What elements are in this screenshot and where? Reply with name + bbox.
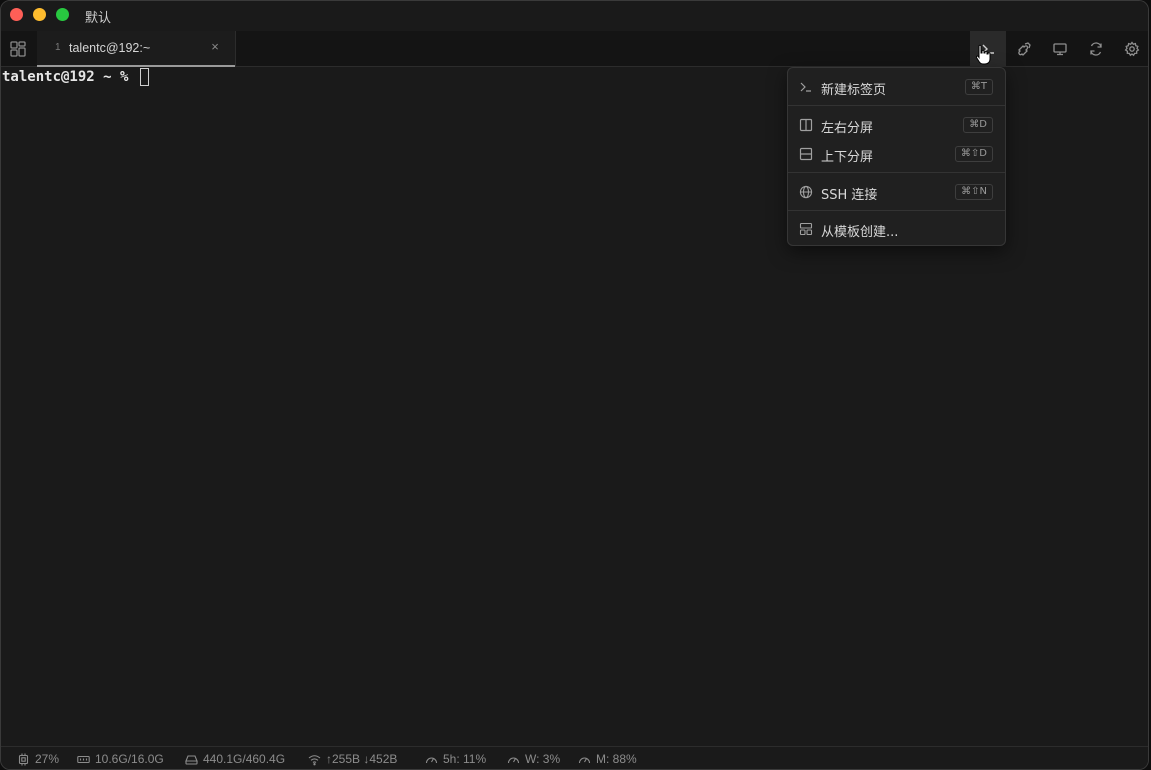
tab-close-icon[interactable]: × bbox=[209, 40, 221, 54]
menu-item-shortcut: ⌘⇧D bbox=[954, 146, 993, 162]
menu-item-label: 上下分屏 bbox=[821, 150, 874, 165]
terminal-prompt-icon bbox=[800, 82, 811, 92]
menu-item-label: 新建标签页 bbox=[821, 83, 887, 98]
title-bar: 默认 bbox=[1, 1, 1148, 31]
tab-index: 1 bbox=[55, 42, 61, 53]
network-value: ↑255B ↓452B bbox=[326, 752, 398, 766]
memory-value: 10.6G/16.0G bbox=[95, 752, 164, 766]
menu-separator bbox=[788, 210, 1005, 211]
sync-icon bbox=[1090, 42, 1102, 56]
plugins-button[interactable] bbox=[1006, 31, 1042, 67]
disk-icon bbox=[185, 754, 198, 765]
menu-item-shortcut: ⌘T bbox=[964, 79, 993, 95]
usage-5h-value: 5h: 11% bbox=[443, 752, 487, 766]
status-usage-month: M: 88% bbox=[578, 751, 637, 767]
text-cursor bbox=[139, 68, 149, 86]
menu-item-from-template[interactable]: 从模板创建... bbox=[788, 215, 1005, 243]
tab-terminal[interactable]: 1 talentc@192:~ × bbox=[37, 31, 236, 67]
gauge-icon bbox=[578, 757, 591, 763]
terminal-window: 默认 1 talentc@192:~ × talentc@192 ~ % 新建标… bbox=[0, 0, 1149, 770]
plugins-icon bbox=[1018, 42, 1031, 56]
split-vertical-icon bbox=[799, 118, 813, 132]
menu-separator bbox=[788, 105, 1005, 106]
gauge-icon bbox=[425, 757, 438, 763]
menu-item-shortcut: ⌘D bbox=[963, 117, 993, 133]
mouse-pointer-icon bbox=[975, 44, 991, 65]
tabs-overview-icon[interactable] bbox=[9, 40, 27, 58]
menu-item-label: 左右分屏 bbox=[821, 121, 874, 136]
menu-item-label: SSH 连接 bbox=[821, 188, 878, 203]
disk-value: 440.1G/460.4G bbox=[203, 752, 286, 766]
template-icon bbox=[799, 222, 813, 236]
window-title: 默认 bbox=[85, 11, 112, 26]
status-usage-week: W: 3% bbox=[507, 751, 560, 767]
usage-month-value: M: 88% bbox=[596, 752, 637, 766]
gauge-icon bbox=[507, 757, 520, 763]
menu-item-label: 从模板创建... bbox=[821, 225, 899, 240]
prompt-line: talentc@192 ~ % bbox=[2, 68, 149, 86]
tab-title: talentc@192:~ bbox=[69, 41, 151, 55]
shell-prompt: talentc@192 ~ % bbox=[2, 69, 137, 85]
menu-separator bbox=[788, 172, 1005, 173]
settings-icon bbox=[1124, 41, 1140, 57]
status-network: ↑255B ↓452B bbox=[308, 751, 397, 767]
sync-button[interactable] bbox=[1078, 31, 1114, 67]
menu-item-split-vertical[interactable]: 左右分屏 ⌘D bbox=[788, 111, 1005, 139]
split-horizontal-icon bbox=[799, 147, 813, 161]
status-usage-5h: 5h: 11% bbox=[425, 751, 486, 767]
tab-active-indicator bbox=[37, 65, 235, 67]
close-window-button[interactable] bbox=[10, 8, 23, 21]
menu-item-ssh-connect[interactable]: SSH 连接 ⌘⇧N bbox=[788, 178, 1005, 206]
menu-item-shortcut: ⌘⇧N bbox=[955, 184, 993, 200]
status-bar: 27% 10.6G/16.0G 440.1G/460.4G ↑255B ↓452… bbox=[1, 746, 1148, 769]
minimize-window-button[interactable] bbox=[33, 8, 46, 21]
globe-icon bbox=[799, 185, 813, 199]
maximize-window-button[interactable] bbox=[56, 8, 69, 21]
status-cpu: 27% bbox=[17, 751, 59, 767]
new-terminal-menu: 新建标签页 ⌘T 左右分屏 ⌘D 上下分屏 ⌘⇧D SSH 连接 ⌘⇧N 从模板… bbox=[787, 67, 1006, 246]
usage-week-value: W: 3% bbox=[525, 752, 561, 766]
status-memory: 10.6G/16.0G bbox=[77, 751, 164, 767]
settings-button[interactable] bbox=[1114, 31, 1148, 67]
menu-item-new-tab[interactable]: 新建标签页 ⌘T bbox=[788, 73, 1005, 101]
status-disk: 440.1G/460.4G bbox=[185, 751, 285, 767]
cpu-value: 27% bbox=[35, 752, 60, 766]
wifi-icon bbox=[308, 754, 321, 765]
monitor-icon bbox=[1053, 43, 1067, 56]
menu-item-split-horizontal[interactable]: 上下分屏 ⌘⇧D bbox=[788, 140, 1005, 168]
cpu-icon bbox=[18, 753, 29, 765]
monitor-button[interactable] bbox=[1042, 31, 1078, 67]
memory-icon bbox=[77, 755, 90, 763]
